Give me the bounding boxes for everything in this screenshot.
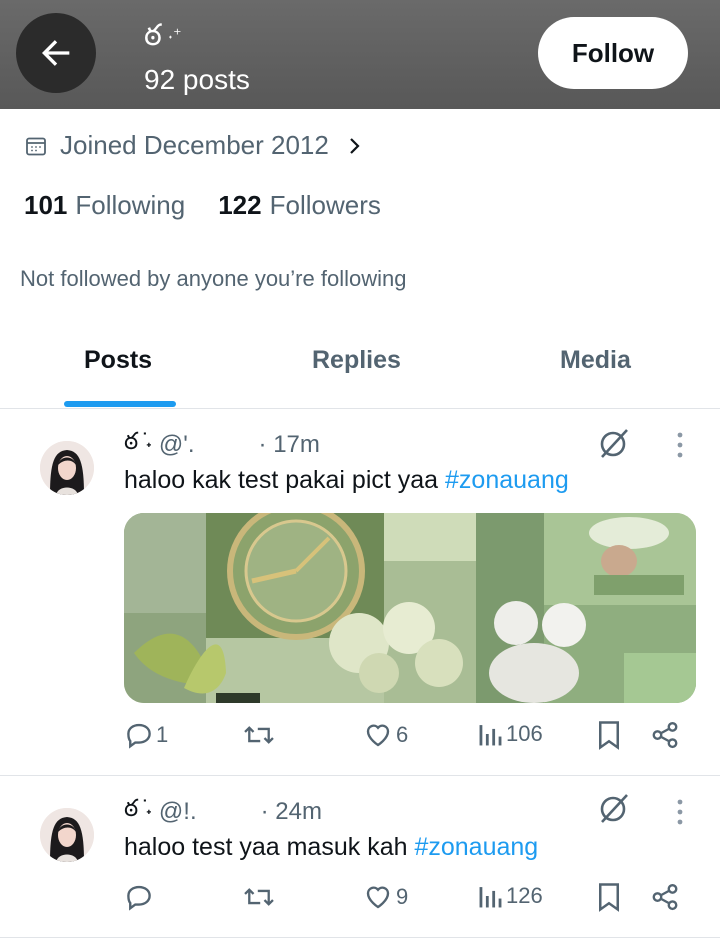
more-options-icon[interactable]: [668, 798, 692, 831]
reply-icon: [127, 885, 151, 911]
avatar[interactable]: [40, 808, 94, 862]
post-actions: 9 126: [124, 882, 684, 922]
post-divider: [0, 937, 720, 938]
calendar-icon: [24, 134, 48, 158]
views-button[interactable]: 106: [478, 720, 543, 748]
chevron-right-icon: [345, 134, 365, 158]
bookmark-button[interactable]: [596, 720, 622, 750]
post-media-image[interactable]: [124, 513, 696, 703]
like-count: 6: [396, 722, 409, 747]
post-text: haloo test yaa masuk kah #zonauang: [124, 833, 538, 862]
back-button[interactable]: [16, 13, 96, 93]
post-display-name[interactable]: ఠ ̇˖: [124, 795, 153, 828]
bookmark-button[interactable]: [596, 882, 622, 912]
reply-icon: [127, 723, 151, 749]
follow-button[interactable]: Follow: [538, 17, 688, 89]
following-count: 101: [24, 190, 68, 220]
followers-label: Followers: [269, 190, 381, 220]
views-icon: [479, 725, 502, 746]
post-body: haloo kak test pakai pict yaa: [124, 466, 446, 494]
joined-text: Joined December 2012: [60, 130, 329, 160]
header-posts-count: 92 posts: [144, 64, 250, 95]
reply-button[interactable]: [124, 882, 156, 912]
not-followed-notice: Not followed by anyone you’re following: [20, 266, 407, 291]
post-time[interactable]: · 24m: [261, 798, 322, 826]
repost-icon: [244, 888, 274, 906]
post-header: ఠ ̇˖ @!. · 24m: [124, 795, 322, 828]
following-stat[interactable]: 101 Following: [24, 190, 185, 221]
grok-icon[interactable]: [598, 792, 630, 829]
reply-button[interactable]: 1: [124, 720, 168, 750]
views-icon: [479, 887, 502, 908]
share-button[interactable]: [650, 720, 680, 750]
followers-stat[interactable]: 122 Followers: [218, 190, 381, 221]
follow-stats: 101 Following 122 Followers: [24, 190, 381, 221]
post-body: haloo test yaa masuk kah: [124, 833, 415, 861]
arrow-left-icon: [42, 40, 70, 66]
post-time[interactable]: · 17m: [259, 431, 320, 459]
bookmark-icon: [599, 721, 619, 750]
active-tab-indicator: [64, 401, 176, 407]
bookmark-icon: [599, 883, 619, 912]
header-name-suffix: ˖⁺: [167, 27, 182, 44]
like-button[interactable]: 9: [362, 882, 408, 912]
tab-replies[interactable]: Replies: [312, 346, 401, 375]
profile-header: ఠ ˖⁺ 92 posts Follow: [0, 0, 720, 109]
share-icon: [652, 883, 678, 911]
tab-posts[interactable]: Posts: [84, 346, 152, 375]
post-display-name[interactable]: ఠ ̇˖: [124, 428, 153, 461]
post-handle[interactable]: @'.: [159, 431, 195, 459]
like-button[interactable]: 6: [362, 720, 408, 750]
followers-count: 122: [218, 190, 262, 220]
heart-icon: [366, 886, 390, 909]
post-divider: [0, 775, 720, 776]
following-label: Following: [75, 190, 186, 220]
header-display-name: ఠ ˖⁺: [144, 18, 182, 54]
reply-count: 1: [156, 722, 169, 747]
profile-tabs: Posts Replies Media: [0, 330, 720, 408]
post-hashtag[interactable]: #zonauang: [445, 466, 569, 494]
header-name-text: ఠ: [144, 19, 162, 52]
like-count: 9: [396, 884, 409, 909]
grok-icon[interactable]: [598, 427, 630, 464]
more-options-icon[interactable]: [668, 431, 692, 464]
post-header: ఠ ̇˖ @'. · 17m: [124, 428, 320, 461]
post-handle[interactable]: @!.: [159, 798, 197, 826]
post-actions: 1 6 106: [124, 720, 684, 760]
share-icon: [652, 721, 678, 749]
repost-icon: [244, 726, 274, 744]
share-button[interactable]: [650, 882, 680, 912]
post-hashtag[interactable]: #zonauang: [414, 833, 538, 861]
avatar[interactable]: [40, 441, 94, 495]
heart-icon: [366, 724, 390, 747]
tabs-divider: [0, 408, 720, 409]
repost-button[interactable]: [242, 882, 278, 912]
views-count: 106: [506, 721, 543, 746]
repost-button[interactable]: [242, 720, 278, 750]
views-button[interactable]: 126: [478, 882, 543, 910]
joined-date[interactable]: Joined December 2012: [24, 130, 365, 161]
views-count: 126: [506, 883, 543, 908]
tab-media[interactable]: Media: [560, 346, 631, 375]
post-text: haloo kak test pakai pict yaa #zonauang: [124, 466, 569, 495]
